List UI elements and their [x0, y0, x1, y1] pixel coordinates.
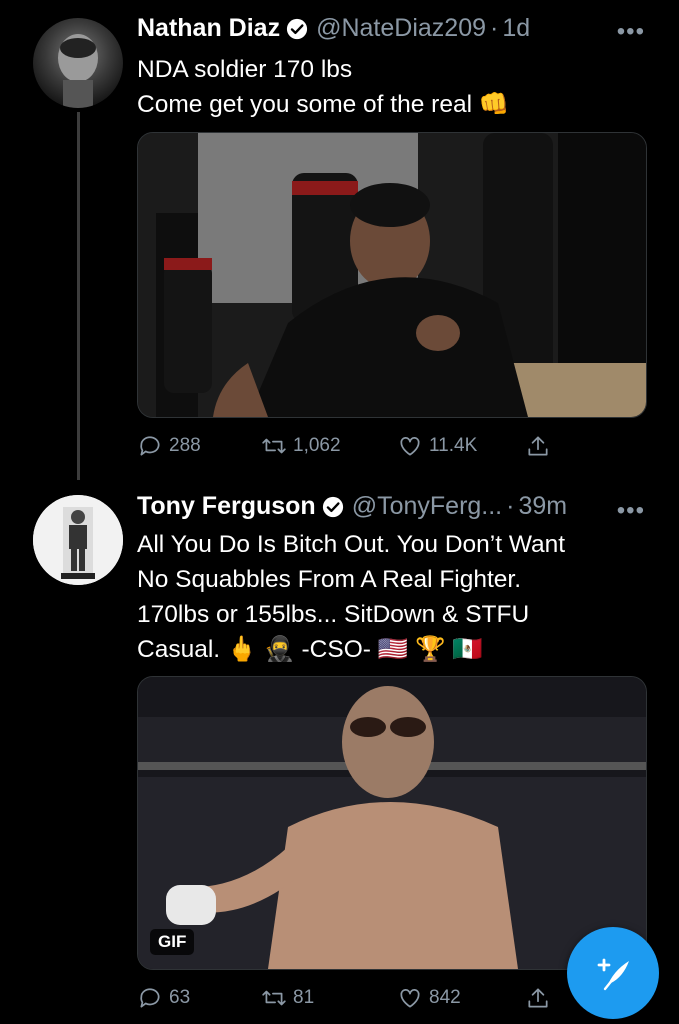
- tweet-header: Nathan Diaz @NateDiaz209 · 1d: [137, 14, 530, 43]
- verified-badge-icon: [287, 18, 308, 39]
- retweet-button[interactable]: 81: [261, 985, 397, 1011]
- tweet-gif[interactable]: GIF: [137, 676, 647, 970]
- reply-button[interactable]: 63: [137, 985, 261, 1011]
- gif-content: [138, 677, 646, 969]
- like-count: 842: [429, 987, 461, 1008]
- reply-icon: [140, 988, 160, 1008]
- tweet-text-line: NDA soldier 170 lbs: [137, 56, 353, 83]
- gif-badge: GIF: [150, 929, 195, 955]
- author-handle[interactable]: @TonyFerg...: [352, 492, 502, 521]
- avatar-portrait: [33, 495, 123, 585]
- reply-icon: [140, 436, 160, 456]
- compose-tweet-icon: [597, 958, 629, 991]
- avatar-portrait: [58, 34, 98, 108]
- separator-dot: ·: [490, 14, 499, 42]
- retweet-icon: [262, 438, 286, 454]
- like-button[interactable]: 842: [397, 985, 525, 1011]
- more-options-icon[interactable]: •••: [617, 18, 645, 46]
- tweet-text: All You Do Is Bitch Out. You Don’t Want …: [137, 527, 647, 667]
- tweet-actions: 63 81 842: [137, 983, 567, 1013]
- photo-content: [138, 133, 646, 417]
- reply-count: 288: [169, 435, 201, 456]
- share-icon: [528, 436, 548, 456]
- tweet-text: NDA soldier 170 lbs Come get you some of…: [137, 52, 647, 122]
- tweet-text-line: All You Do Is Bitch Out. You Don’t Want: [137, 531, 566, 558]
- verified-badge-icon: [322, 496, 343, 517]
- reply-count: 63: [169, 987, 191, 1008]
- author-handle[interactable]: @NateDiaz209: [316, 14, 486, 43]
- compose-tweet-button[interactable]: [567, 927, 659, 1019]
- tweet-text-line: Come get you some of the real 👊: [137, 91, 510, 118]
- avatar-nathan-diaz[interactable]: [33, 18, 123, 108]
- heart-icon: [400, 437, 420, 456]
- share-icon: [528, 988, 548, 1008]
- heart-icon: [400, 989, 420, 1008]
- share-button[interactable]: [525, 433, 551, 459]
- tweet-text-line: No Squabbles From A Real Fighter.: [137, 566, 522, 593]
- retweet-button[interactable]: 1,062: [261, 433, 397, 459]
- like-button[interactable]: 11.4K: [397, 433, 525, 459]
- tweet-header: Tony Ferguson @TonyFerg... · 39m: [137, 492, 567, 521]
- tweet-time[interactable]: 39m: [518, 492, 567, 521]
- tweet-photo[interactable]: [137, 132, 647, 418]
- tweet-time[interactable]: 1d: [502, 14, 530, 43]
- reply-button[interactable]: 288: [137, 433, 261, 459]
- retweet-count: 1,062: [293, 435, 341, 456]
- tweet-text-line: Casual. 🖕 🥷 -CSO- 🇺🇸 🏆 🇲🇽: [137, 636, 483, 663]
- more-options-icon[interactable]: •••: [617, 497, 645, 525]
- author-name[interactable]: Nathan Diaz: [137, 14, 280, 43]
- tweet-actions: 288 1,062 11.4K: [137, 431, 567, 461]
- separator-dot: ·: [506, 492, 515, 520]
- thread-connector-line: [77, 112, 80, 480]
- avatar-tony-ferguson[interactable]: [33, 495, 123, 585]
- author-name[interactable]: Tony Ferguson: [137, 492, 316, 521]
- share-button[interactable]: [525, 985, 551, 1011]
- like-count: 11.4K: [429, 435, 478, 456]
- tweet-text-line: 170lbs or 155lbs... SitDown & STFU: [137, 601, 530, 628]
- retweet-count: 81: [293, 987, 315, 1008]
- retweet-icon: [262, 990, 286, 1006]
